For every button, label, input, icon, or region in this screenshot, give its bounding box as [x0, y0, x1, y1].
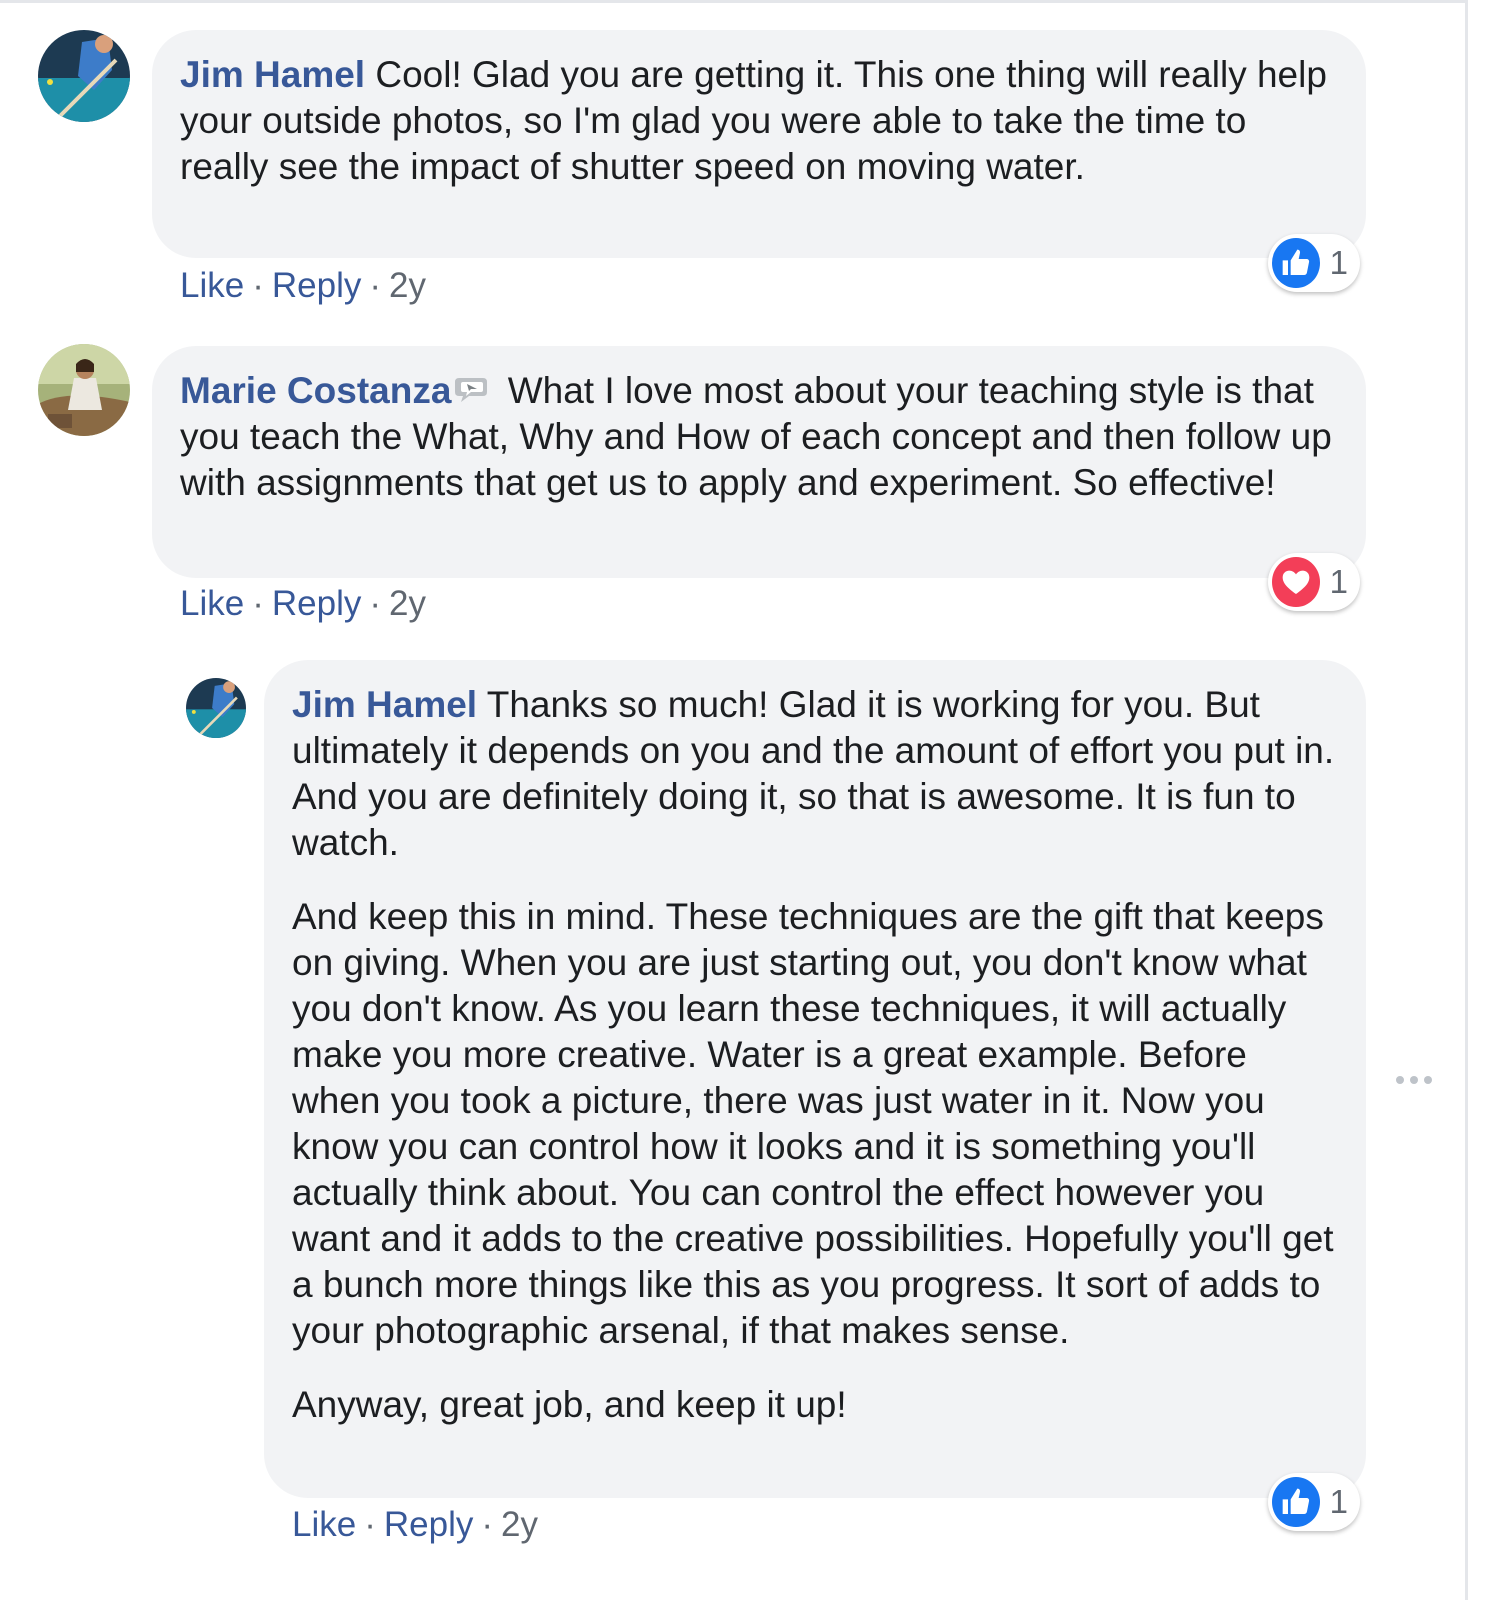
timestamp[interactable]: 2y: [389, 584, 426, 623]
dot: [1396, 1076, 1404, 1084]
reply-link[interactable]: Reply: [272, 584, 361, 623]
reaction-summary[interactable]: 1: [1268, 553, 1360, 611]
like-link[interactable]: Like: [180, 266, 244, 305]
reaction-count: 1: [1329, 563, 1348, 600]
separator: ·: [481, 1505, 494, 1544]
avatar[interactable]: [38, 30, 130, 122]
comment-actions: Like · Reply · 2y: [180, 265, 426, 307]
reply-paragraph: Jim Hamel Thanks so much! Glad it is wor…: [292, 682, 1338, 866]
love-icon: [1272, 557, 1320, 607]
reply-paragraph: And keep this in mind. These techniques …: [292, 896, 1334, 1351]
comment-bubble: Marie Costanza What I love most about yo…: [152, 346, 1366, 578]
reply-bubble: Jim Hamel Thanks so much! Glad it is wor…: [264, 660, 1366, 1498]
profile-photo-icon: [38, 344, 130, 436]
comment-text: Marie Costanza What I love most about yo…: [180, 368, 1336, 506]
reply-link[interactable]: Reply: [384, 1505, 473, 1544]
reply-author-link[interactable]: Jim Hamel: [292, 684, 477, 725]
reply-paragraph: Anyway, great job, and keep it up!: [292, 1384, 847, 1425]
reply-link[interactable]: Reply: [272, 266, 361, 305]
message-bubble-icon[interactable]: [453, 371, 493, 403]
more-options-icon[interactable]: [1396, 1070, 1432, 1090]
comment-actions: Like · Reply · 2y: [180, 583, 426, 625]
comment-author-link[interactable]: Jim Hamel: [180, 54, 365, 95]
separator: ·: [364, 1505, 376, 1544]
avatar[interactable]: [38, 344, 130, 436]
separator: ·: [369, 266, 382, 305]
separator: ·: [369, 584, 382, 623]
separator: ·: [252, 584, 264, 623]
profile-photo-icon: [38, 30, 130, 122]
reaction-count: 1: [1329, 1483, 1348, 1520]
separator: ·: [252, 266, 264, 305]
timestamp[interactable]: 2y: [389, 266, 426, 305]
profile-photo-icon: [186, 678, 246, 738]
avatar[interactable]: [186, 678, 246, 738]
dot: [1410, 1076, 1418, 1084]
timestamp[interactable]: 2y: [501, 1505, 538, 1544]
reaction-count: 1: [1329, 244, 1348, 281]
like-icon: [1272, 238, 1320, 288]
reply-actions: Like · Reply · 2y: [292, 1504, 538, 1546]
like-icon: [1272, 1477, 1320, 1527]
comment-author-link[interactable]: Marie Costanza: [180, 370, 451, 411]
reaction-summary[interactable]: 1: [1268, 234, 1360, 292]
comment-bubble: Jim Hamel Cool! Glad you are getting it.…: [152, 30, 1366, 258]
reaction-summary[interactable]: 1: [1268, 1473, 1360, 1531]
like-link[interactable]: Like: [180, 584, 244, 623]
dot: [1424, 1076, 1432, 1084]
like-link[interactable]: Like: [292, 1505, 356, 1544]
comment-text: Jim Hamel Cool! Glad you are getting it.…: [180, 52, 1336, 190]
